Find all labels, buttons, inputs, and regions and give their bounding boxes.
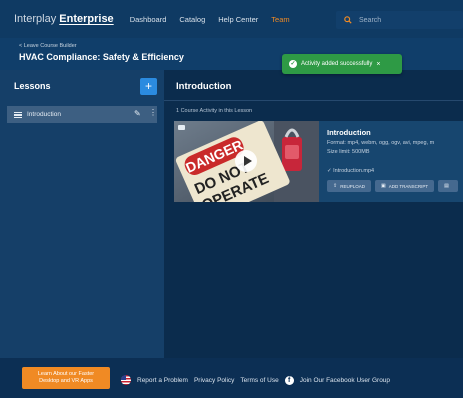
activity-info: Introduction Format: mp4, webm, ogg, ogv… xyxy=(327,128,463,192)
add-lesson-button[interactable]: + xyxy=(140,78,157,95)
divider xyxy=(164,100,463,101)
video-type-icon xyxy=(178,125,185,130)
lesson-content: Introduction 1 Course Activity in this L… xyxy=(164,70,463,358)
transcript-icon: ▣ xyxy=(380,183,386,189)
reupload-button[interactable]: ⇪ REUPLOAD xyxy=(327,180,371,192)
footer-links: Report a Problem Privacy Policy Terms of… xyxy=(121,375,390,385)
top-nav: Interplay Enterprise Dashboard Catalog H… xyxy=(0,0,463,38)
search-placeholder: Search xyxy=(359,16,382,24)
lessons-sidebar: Lessons + Introduction ✎ ⋮ xyxy=(0,70,164,358)
close-icon[interactable]: × xyxy=(376,61,380,68)
brand-logo[interactable]: Interplay Enterprise xyxy=(14,13,114,25)
activity-card: DANGER DO NOT OPERATE Introduction Forma… xyxy=(174,121,463,202)
search-input[interactable]: Search xyxy=(336,11,463,29)
more-actions-button[interactable]: ▤ xyxy=(438,180,458,192)
check-circle-icon: ✓ xyxy=(289,60,297,68)
us-flag-icon[interactable] xyxy=(121,375,131,385)
terms-of-use-link[interactable]: Terms of Use xyxy=(240,377,278,384)
lessons-title: Lessons xyxy=(14,81,51,91)
add-transcript-button[interactable]: ▣ ADD TRANSCRIPT xyxy=(374,180,435,192)
activity-actions: ⇪ REUPLOAD ▣ ADD TRANSCRIPT ▤ xyxy=(327,180,463,192)
nav-link-dashboard[interactable]: Dashboard xyxy=(130,15,167,24)
lesson-title: Introduction xyxy=(176,81,232,92)
activity-format: Format: mp4, webm, ogg, ogv, avi, mpeg, … xyxy=(327,140,435,146)
report-problem-link[interactable]: Report a Problem xyxy=(137,377,188,384)
activity-size-limit: Size limit: 500MB xyxy=(327,149,370,155)
lesson-item-introduction[interactable]: Introduction ✎ ⋮ xyxy=(7,106,157,123)
success-toast: ✓ Activity added successfully × xyxy=(282,54,402,74)
more-vertical-icon[interactable]: ⋮ xyxy=(149,108,157,117)
desktop-vr-apps-button[interactable]: Learn About our Faster Desktop and VR Ap… xyxy=(22,367,110,389)
leave-course-builder-link[interactable]: < Leave Course Builder xyxy=(19,43,77,49)
video-thumbnail[interactable]: DANGER DO NOT OPERATE xyxy=(174,121,319,202)
privacy-policy-link[interactable]: Privacy Policy xyxy=(194,377,234,384)
nav-link-team[interactable]: Team xyxy=(271,15,289,24)
lesson-item-label: Introduction xyxy=(27,111,61,118)
search-icon xyxy=(344,16,352,24)
footer: Learn About our Faster Desktop and VR Ap… xyxy=(0,358,463,398)
document-icon: ▤ xyxy=(444,183,449,189)
activity-count: 1 Course Activity in this Lesson xyxy=(176,108,253,114)
uploaded-file-name: ✓ Introduction.mp4 xyxy=(327,168,375,174)
nav-link-help-center[interactable]: Help Center xyxy=(218,15,258,24)
activity-title: Introduction xyxy=(327,128,371,137)
play-icon[interactable] xyxy=(235,150,257,172)
course-title: HVAC Compliance: Safety & Efficiency xyxy=(19,52,184,62)
toast-message: Activity added successfully xyxy=(301,61,373,67)
pencil-icon[interactable]: ✎ xyxy=(134,109,141,118)
facebook-icon: f xyxy=(284,375,294,385)
nav-links: Dashboard Catalog Help Center Team xyxy=(130,15,290,24)
upload-icon: ⇪ xyxy=(333,183,338,189)
facebook-group-link[interactable]: Join Our Facebook User Group xyxy=(300,377,390,384)
drag-handle-icon[interactable] xyxy=(14,111,22,118)
nav-link-catalog[interactable]: Catalog xyxy=(179,15,205,24)
